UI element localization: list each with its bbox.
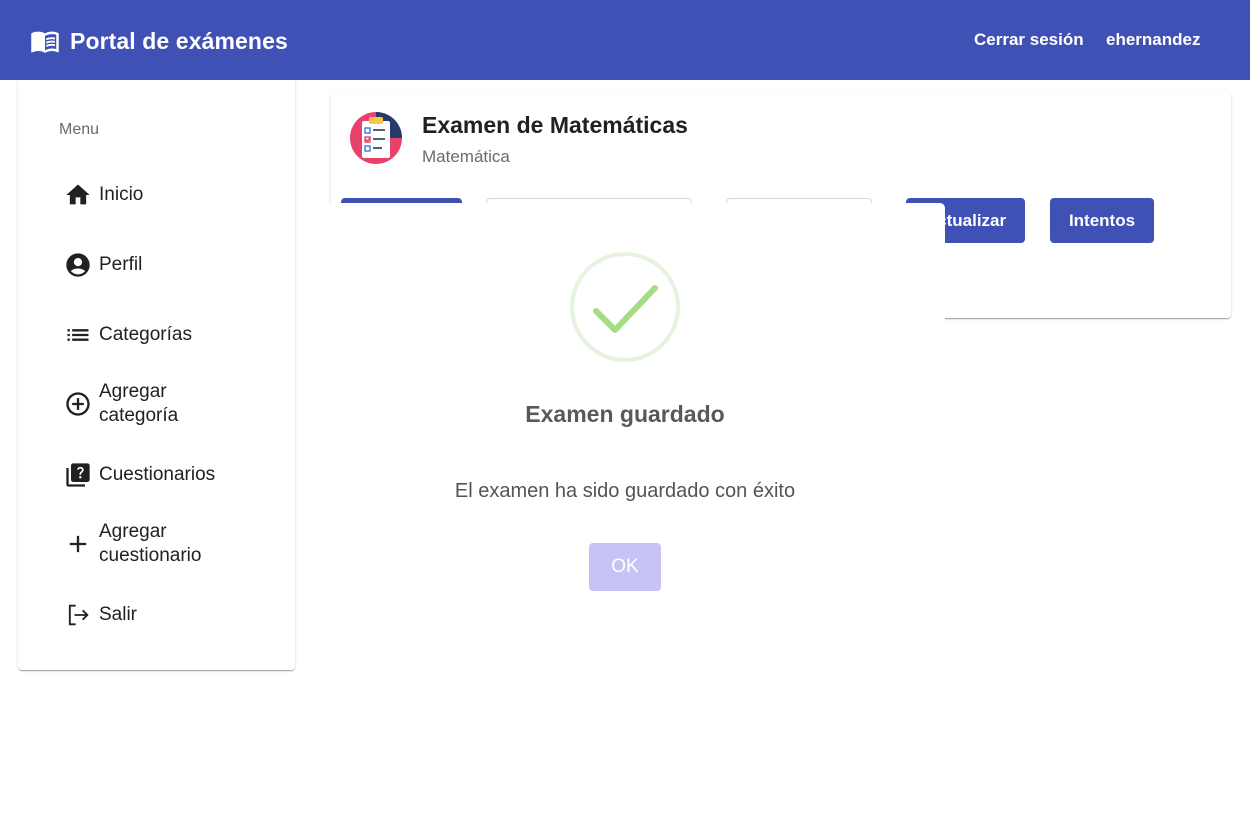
brand[interactable]: Portal de exámenes [30,26,288,56]
sidebar-item-perfil[interactable]: Perfil [64,251,142,279]
exam-subtitle: Matemática [422,147,510,166]
sidebar-item-categorias[interactable]: Categorías [64,321,192,349]
list-icon [64,321,92,349]
sidebar-item-cuestionarios[interactable]: Cuestionarios [64,461,215,489]
logout-icon [64,601,92,629]
ok-button[interactable]: OK [589,543,661,591]
add-circle-outline-icon [64,390,92,418]
success-dialog: Examen guardado El examen ha sido guarda… [305,203,945,623]
sidebar-item-label: Salir [99,604,138,625]
sidebar-item-label: Agregar categoría [99,381,179,426]
account-circle-icon [64,251,92,279]
exam-checklist-icon [350,112,402,164]
attempts-button[interactable]: Intentos [1050,198,1154,243]
sidebar-item-label: Cuestionarios [99,464,216,485]
logout-link[interactable]: Cerrar sesión [974,30,1084,50]
sidebar-item-label: Categorías [99,324,192,345]
sidebar-item-salir[interactable]: Salir [64,601,137,629]
sidebar-item-agregar-cuestionario[interactable]: Agregar cuestionario [64,520,229,568]
home-icon [64,181,92,209]
open-book-icon [30,26,60,56]
exam-title: Examen de Matemáticas [422,112,688,138]
sidebar-item-label: Agregar cuestionario [99,521,202,566]
quiz-icon [64,461,92,489]
sidebar-item-label: Perfil [99,254,143,275]
success-check-icon [569,251,681,363]
sidebar-item-agregar-categoria[interactable]: Agregar categoría [64,380,209,428]
menu-title: Menu [59,121,100,138]
brand-title: Portal de exámenes [70,27,288,54]
sidebar-item-label: Inicio [99,184,144,205]
add-icon [64,530,92,558]
dialog-message: El examen ha sido guardado con éxito [454,480,796,502]
top-navbar: Portal de exámenes Cerrar sesión ehernan… [0,0,1250,80]
username-link[interactable]: ehernandez [1106,30,1200,50]
dialog-title: Examen guardado [525,401,725,427]
sidebar: Menu Inicio Perfil Categorías Agregar ca… [18,80,295,670]
sidebar-item-inicio[interactable]: Inicio [64,181,143,209]
